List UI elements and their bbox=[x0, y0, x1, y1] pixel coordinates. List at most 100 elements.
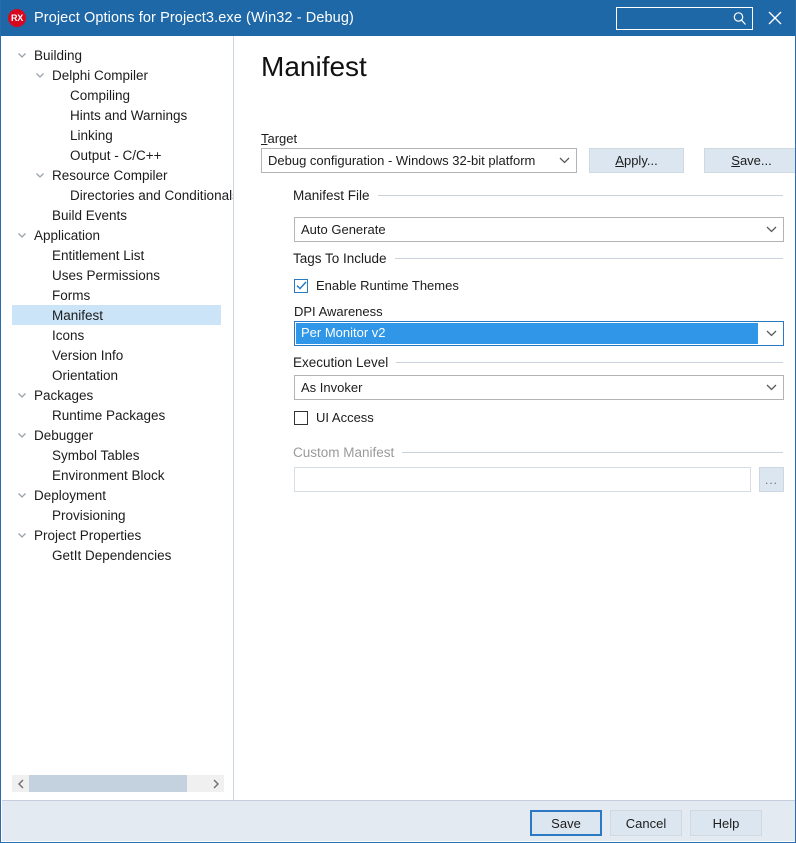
save-button[interactable]: Save bbox=[530, 810, 602, 836]
sidebar-item-forms[interactable]: Forms bbox=[2, 285, 233, 305]
sidebar-item-packages[interactable]: Packages bbox=[2, 385, 233, 405]
sidebar-horizontal-scrollbar[interactable] bbox=[12, 775, 224, 792]
title-bar: RX Project Options for Project3.exe (Win… bbox=[1, 0, 795, 36]
group-rule bbox=[394, 258, 783, 259]
custom-manifest-group-header: Custom Manifest bbox=[293, 445, 783, 460]
sidebar-item-symbol-tables[interactable]: Symbol Tables bbox=[2, 445, 233, 465]
sidebar-item-delphi-compiler[interactable]: Delphi Compiler bbox=[2, 65, 233, 85]
chevron-down-icon[interactable] bbox=[16, 489, 28, 501]
ui-access-row[interactable]: UI Access bbox=[294, 410, 374, 425]
cancel-button[interactable]: Cancel bbox=[610, 810, 682, 836]
sidebar-item-label: Forms bbox=[52, 287, 91, 303]
chevron-down-icon[interactable] bbox=[552, 149, 576, 172]
row-background bbox=[12, 305, 221, 325]
sidebar-item-label: Provisioning bbox=[52, 507, 126, 523]
sidebar-item-debugger[interactable]: Debugger bbox=[2, 425, 233, 445]
checkmark-icon bbox=[295, 281, 307, 290]
chevron-down-icon[interactable] bbox=[34, 69, 46, 81]
sidebar-item-manifest[interactable]: Manifest bbox=[2, 305, 233, 325]
sidebar-item-compiling[interactable]: Compiling bbox=[2, 85, 233, 105]
sidebar-item-label: Hints and Warnings bbox=[70, 107, 188, 123]
scrollbar-track[interactable] bbox=[29, 775, 207, 792]
sidebar-item-provisioning[interactable]: Provisioning bbox=[2, 505, 233, 525]
search-box[interactable] bbox=[616, 6, 753, 30]
dpi-awareness-value-wrap: Per Monitor v2 bbox=[296, 323, 758, 344]
sidebar-item-getit-dependencies[interactable]: GetIt Dependencies bbox=[2, 545, 233, 565]
chevron-down-icon[interactable] bbox=[759, 376, 783, 399]
sidebar-item-output-c-c[interactable]: Output - C/C++ bbox=[2, 145, 233, 165]
dpi-awareness-combo[interactable]: Per Monitor v2 bbox=[294, 321, 784, 346]
execution-level-group-header: Execution Level bbox=[293, 355, 783, 370]
chevron-down-icon[interactable] bbox=[16, 49, 28, 61]
dpi-awareness-label: DPI Awareness bbox=[294, 304, 383, 319]
sidebar-item-deployment[interactable]: Deployment bbox=[2, 485, 233, 505]
target-combo[interactable]: Debug configuration - Windows 32-bit pla… bbox=[261, 148, 577, 173]
dialog-footer: Save Cancel Help bbox=[2, 800, 795, 841]
sidebar-item-label: Packages bbox=[34, 387, 94, 403]
sidebar-item-orientation[interactable]: Orientation bbox=[2, 365, 233, 385]
sidebar-item-label: Linking bbox=[70, 127, 113, 143]
save-target-button[interactable]: Save... bbox=[704, 148, 795, 173]
sidebar-item-label: Runtime Packages bbox=[52, 407, 166, 423]
manifest-file-group-header: Manifest File bbox=[293, 188, 783, 203]
row-background bbox=[12, 285, 221, 305]
group-rule bbox=[396, 362, 783, 363]
manifest-file-combo[interactable]: Auto Generate bbox=[294, 217, 784, 242]
chevron-down-icon[interactable] bbox=[16, 389, 28, 401]
scrollbar-thumb[interactable] bbox=[29, 775, 187, 792]
sidebar-item-application[interactable]: Application bbox=[2, 225, 233, 245]
sidebar-item-directories-and-conditionals[interactable]: Directories and Conditionals bbox=[2, 185, 233, 205]
sidebar-item-version-info[interactable]: Version Info bbox=[2, 345, 233, 365]
execution-level-combo[interactable]: As Invoker bbox=[294, 375, 784, 400]
ui-access-checkbox[interactable] bbox=[294, 410, 308, 425]
sidebar-item-project-properties[interactable]: Project Properties bbox=[2, 525, 233, 545]
apply-button[interactable]: Apply... bbox=[589, 148, 684, 173]
scroll-right-button[interactable] bbox=[207, 775, 224, 792]
close-button[interactable] bbox=[753, 0, 795, 36]
options-tree: Building Delphi Compiler Compiling Hints an… bbox=[2, 36, 233, 565]
sidebar-item-label: Symbol Tables bbox=[52, 447, 140, 463]
manifest-file-group-label: Manifest File bbox=[293, 188, 370, 203]
sidebar-item-environment-block[interactable]: Environment Block bbox=[2, 465, 233, 485]
sidebar-item-resource-compiler[interactable]: Resource Compiler bbox=[2, 165, 233, 185]
help-button[interactable]: Help bbox=[690, 810, 762, 836]
chevron-down-icon[interactable] bbox=[34, 169, 46, 181]
scroll-left-button[interactable] bbox=[12, 775, 29, 792]
dpi-awareness-value: Per Monitor v2 bbox=[296, 323, 758, 344]
sidebar-item-label: Directories and Conditionals bbox=[70, 187, 234, 203]
custom-manifest-path-field[interactable] bbox=[294, 467, 751, 492]
sidebar-item-building[interactable]: Building bbox=[2, 45, 233, 65]
sidebar-item-runtime-packages[interactable]: Runtime Packages bbox=[2, 405, 233, 425]
rx-app-icon: RX bbox=[8, 9, 26, 27]
sidebar-item-label: Building bbox=[34, 47, 83, 63]
sidebar-item-build-events[interactable]: Build Events bbox=[2, 205, 233, 225]
chevron-down-icon[interactable] bbox=[759, 218, 783, 241]
manifest-file-value: Auto Generate bbox=[301, 222, 386, 237]
sidebar-item-label: Resource Compiler bbox=[52, 167, 168, 183]
enable-runtime-themes-row[interactable]: Enable Runtime Themes bbox=[294, 278, 459, 293]
sidebar-item-entitlement-list[interactable]: Entitlement List bbox=[2, 245, 233, 265]
tags-to-include-group-header: Tags To Include bbox=[293, 251, 783, 266]
chevron-left-icon bbox=[17, 779, 23, 788]
custom-manifest-browse-button[interactable]: ... bbox=[759, 467, 784, 492]
sidebar-item-linking[interactable]: Linking bbox=[2, 125, 233, 145]
search-icon[interactable] bbox=[732, 11, 748, 27]
sidebar-item-hints-and-warnings[interactable]: Hints and Warnings bbox=[2, 105, 233, 125]
enable-runtime-themes-checkbox[interactable] bbox=[294, 278, 308, 293]
sidebar-item-label: Deployment bbox=[34, 487, 107, 503]
custom-manifest-group-label: Custom Manifest bbox=[293, 445, 395, 460]
chevron-down-icon[interactable] bbox=[759, 322, 783, 345]
group-rule bbox=[377, 195, 783, 196]
target-label: Target bbox=[261, 131, 298, 146]
sidebar-item-uses-permissions[interactable]: Uses Permissions bbox=[2, 265, 233, 285]
chevron-down-icon[interactable] bbox=[16, 429, 28, 441]
window-title: Project Options for Project3.exe (Win32 … bbox=[34, 10, 354, 26]
sidebar-item-label: Project Properties bbox=[34, 527, 142, 543]
sidebar-item-label: Environment Block bbox=[52, 467, 165, 483]
chevron-down-icon[interactable] bbox=[16, 529, 28, 541]
sidebar-item-icons[interactable]: Icons bbox=[2, 325, 233, 345]
sidebar-item-label: Compiling bbox=[70, 87, 131, 103]
chevron-down-icon[interactable] bbox=[16, 229, 28, 241]
ui-access-label: UI Access bbox=[316, 410, 374, 425]
search-input[interactable] bbox=[617, 7, 729, 29]
